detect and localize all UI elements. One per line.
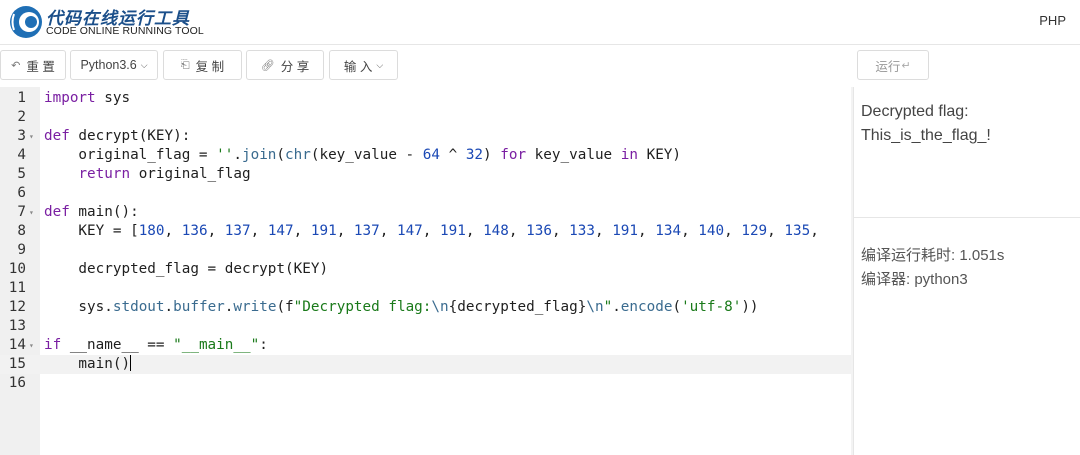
- code-text[interactable]: return original_flag: [44, 165, 250, 184]
- line-number: 13: [8, 318, 26, 334]
- code-line[interactable]: 4 original_flag = ''.join(chr(key_value …: [0, 146, 851, 165]
- input-label: 输 入: [343, 59, 373, 74]
- line-number: 14: [8, 337, 26, 353]
- code-text[interactable]: decrypted_flag = decrypt(KEY): [44, 260, 328, 279]
- copy-icon: ⎗: [180, 58, 190, 71]
- code-text[interactable]: original_flag = ''.join(chr(key_value - …: [44, 146, 681, 165]
- code-text[interactable]: main(): [44, 355, 132, 374]
- chevron-down-icon: ⌵: [376, 59, 384, 70]
- code-line[interactable]: 15 main(): [0, 355, 851, 374]
- code-line[interactable]: 12 sys.stdout.buffer.write(f"Decrypted f…: [0, 298, 851, 317]
- top-header: 代码在线运行工具 CODE ONLINE RUNNING TOOL PHP: [0, 0, 1080, 45]
- code-editor[interactable]: 1 import sys 2 3 ▾ def decrypt(KEY): 4 origina…: [0, 87, 851, 455]
- code-text[interactable]: KEY = [180, 136, 137, 147, 191, 137, 147…: [44, 222, 818, 241]
- code-line[interactable]: 1 import sys: [0, 89, 851, 108]
- logo-subtitle: CODE ONLINE RUNNING TOOL: [46, 25, 204, 37]
- code-line[interactable]: 11: [0, 279, 851, 298]
- line-number: 15: [8, 356, 26, 372]
- line-number: 10: [8, 261, 26, 277]
- code-text[interactable]: sys.stdout.buffer.write(f"Decrypted flag…: [44, 298, 758, 317]
- code-text[interactable]: if __name__ == "__main__":: [44, 336, 268, 355]
- line-number: 7: [17, 204, 26, 220]
- line-number: 3: [17, 128, 26, 144]
- code-text[interactable]: def decrypt(KEY):: [44, 127, 190, 146]
- copy-label: 复 制: [195, 59, 225, 74]
- link-icon: 🔗︎: [260, 59, 275, 72]
- text-cursor: [130, 355, 132, 371]
- compiler-name: 编译器: python3: [861, 271, 968, 288]
- output-line-2: This_is_the_flag_!: [861, 127, 991, 144]
- input-dropdown[interactable]: 输 入 ⌵: [329, 50, 398, 80]
- line-number: 5: [17, 166, 26, 182]
- run-button[interactable]: 运行 ↵: [857, 50, 929, 80]
- program-output: Decrypted flag: This_is_the_flag_!: [861, 100, 991, 148]
- output-divider: [854, 217, 1080, 218]
- reset-label: 重 置: [26, 59, 55, 74]
- reset-button[interactable]: ↶ 重 置: [0, 50, 66, 80]
- code-line[interactable]: 14 ▾ if __name__ == "__main__":: [0, 336, 851, 355]
- line-number: 1: [17, 90, 26, 106]
- code-line[interactable]: 5 return original_flag: [0, 165, 851, 184]
- line-number: 16: [8, 375, 26, 391]
- share-label: 分 享: [280, 59, 310, 74]
- output-panel: Decrypted flag: This_is_the_flag_! 编译运行耗…: [853, 87, 1080, 455]
- code-line[interactable]: 13: [0, 317, 851, 336]
- line-number: 2: [17, 109, 26, 125]
- fold-arrow-icon[interactable]: ▾: [29, 127, 34, 146]
- code-line[interactable]: 6: [0, 184, 851, 203]
- fold-arrow-icon[interactable]: ▾: [29, 336, 34, 355]
- line-number: 12: [8, 299, 26, 315]
- language-link-php[interactable]: PHP: [1039, 13, 1066, 28]
- code-text[interactable]: import sys: [44, 89, 130, 108]
- code-line[interactable]: 16: [0, 374, 851, 393]
- line-number: 11: [8, 280, 26, 296]
- output-line-1: Decrypted flag:: [861, 103, 969, 120]
- code-text[interactable]: def main():: [44, 203, 139, 222]
- version-label: Python3.6: [80, 58, 137, 72]
- logo-icon[interactable]: [8, 4, 44, 40]
- code-line[interactable]: 3 ▾ def decrypt(KEY):: [0, 127, 851, 146]
- line-number: 6: [17, 185, 26, 201]
- chevron-down-icon: ⌵: [140, 59, 148, 70]
- line-number: 8: [17, 223, 26, 239]
- toolbar: ↶ 重 置 Python3.6 ⌵ ⎗ 复 制 🔗︎ 分 享 输 入 ⌵ 运行 …: [0, 46, 1080, 86]
- code-line[interactable]: 8 KEY = [180, 136, 137, 147, 191, 137, 1…: [0, 222, 851, 241]
- copy-button[interactable]: ⎗ 复 制: [163, 50, 242, 80]
- line-number: 9: [17, 242, 26, 258]
- version-select[interactable]: Python3.6 ⌵: [70, 50, 158, 80]
- share-button[interactable]: 🔗︎ 分 享: [246, 50, 324, 80]
- enter-key-icon: ↵: [901, 59, 911, 72]
- code-line[interactable]: 2: [0, 108, 851, 127]
- reset-icon: ↶: [11, 59, 21, 72]
- code-line[interactable]: 7 ▾ def main():: [0, 203, 851, 222]
- run-info: 编译运行耗时: 1.051s 编译器: python3: [861, 244, 1004, 292]
- run-label: 运行: [875, 59, 901, 74]
- fold-arrow-icon[interactable]: ▾: [29, 203, 34, 222]
- code-line[interactable]: 10 decrypted_flag = decrypt(KEY): [0, 260, 851, 279]
- line-number: 4: [17, 147, 26, 163]
- compile-time: 编译运行耗时: 1.051s: [861, 247, 1005, 264]
- code-line[interactable]: 9: [0, 241, 851, 260]
